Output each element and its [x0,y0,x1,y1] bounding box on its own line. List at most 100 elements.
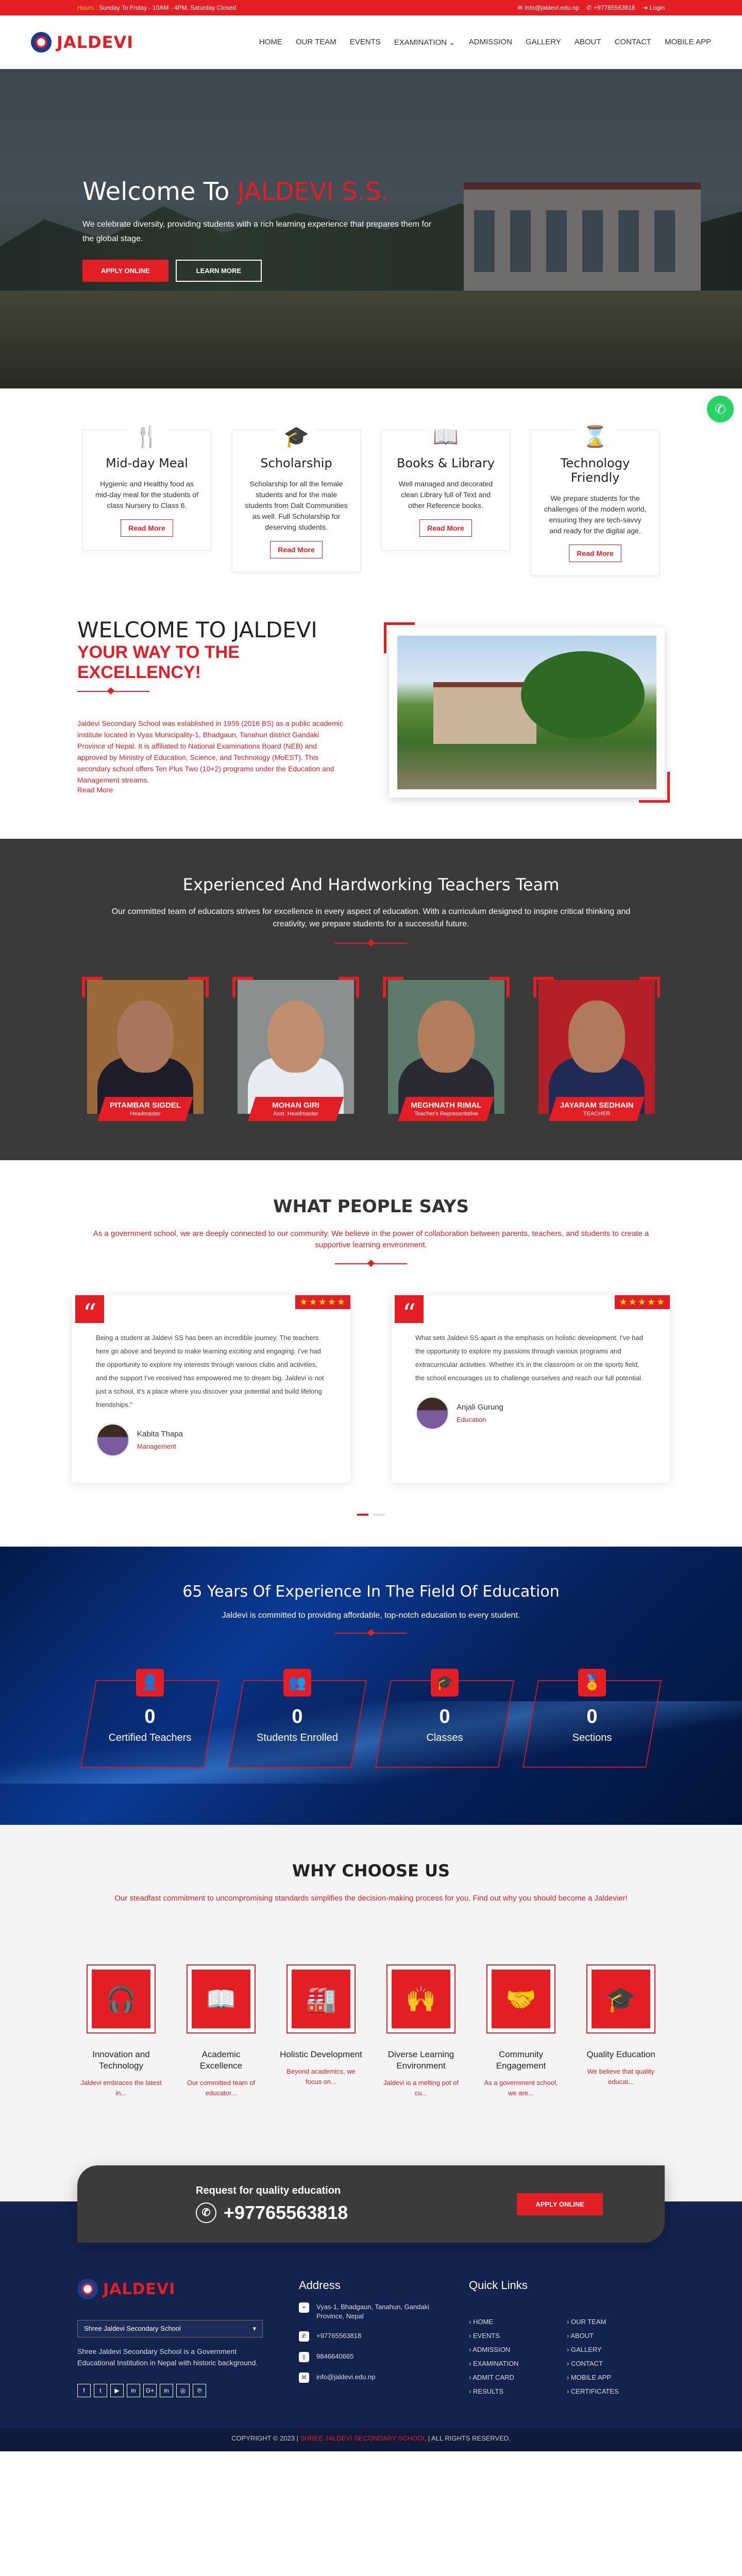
why-item-text: Jaldevi is a melting pot of cu... [383,2079,459,2097]
mail-icon: ✉ [517,4,523,11]
login-text: Login [649,4,665,11]
hero-title: Welcome To JALDEVI S.S. [82,177,433,206]
youtube-icon[interactable]: ▶ [110,2384,124,2397]
member-name-tag: MOHAN GIRI Asst. Headmaster [248,1097,344,1121]
nav-home[interactable]: HOME [259,38,282,47]
top-phone-link[interactable]: ✆ +97765563818 [586,4,635,11]
cta-apply-online-button[interactable]: APPLY ONLINE [517,2193,603,2215]
cta-wrapper: Request for quality education ✆ +97765563… [0,2134,742,2243]
divider [77,691,149,692]
top-email-link[interactable]: ✉ info@jaldevi.edu.np [517,4,579,11]
nav-about[interactable]: ABOUT [575,38,601,47]
address-title: Address [299,2279,341,2292]
school-select[interactable]: Shree Jaldevi Secondary School ▾ [77,2320,263,2337]
nav-admission[interactable]: ADMISSION [469,38,512,47]
cta-title: Request for quality education [196,2184,341,2196]
top-phone-text: +97765563818 [594,4,635,11]
quick-link[interactable]: › CONTACT [567,2360,665,2367]
facebook-icon[interactable]: f [77,2384,91,2397]
linkedin-icon[interactable]: in [160,2384,173,2397]
read-more-button[interactable]: Read More [569,545,621,562]
why-icon-frame: 🤝 [486,1964,555,2033]
quick-link[interactable]: › EXAMINATION [469,2360,567,2367]
nav-contact[interactable]: CONTACT [615,38,651,47]
site-logo[interactable]: JALDEVI [31,32,133,53]
nav-our-team[interactable]: OUR TEAM [296,38,336,47]
team-member-card: JAYARAM SEDHAIN TEACHER [533,977,660,1121]
quick-link[interactable]: › EVENTS [469,2332,567,2340]
nav-events[interactable]: EVENTS [350,38,381,47]
copyright-suffix: | ALL RIGHTS RESERVED. [426,2434,511,2442]
why-item[interactable]: 🙌 Diverse Learning Environment Jaldevi is … [380,1964,462,2098]
why-item[interactable]: 🎧 Innovation and Technology Jaldevi embrac… [80,1964,162,2098]
read-more-button[interactable]: Read More [121,519,173,537]
quick-link[interactable]: › CERTIFICATES [567,2387,665,2395]
nav-examination[interactable]: EXAMINATION ⌄ [394,38,456,47]
apply-online-button[interactable]: APPLY ONLINE [82,260,168,282]
chevron-right-icon: › [469,2387,473,2395]
member-photo [87,980,204,1114]
stats-cards: 👤 0 Certified Teachers 👥 0 Students Enrolled 🎓… [0,1669,742,1768]
footer-phone-2[interactable]: 9846640665 [316,2352,353,2361]
linkedin-icon[interactable]: in [127,2384,140,2397]
quick-link-label: ADMIT CARD [473,2374,514,2381]
quick-link[interactable]: › RESULTS [469,2387,567,2395]
school-photo [384,622,670,803]
quick-link[interactable]: › GALLERY [567,2346,665,2353]
copyright-school-link[interactable]: SHREE JALDEVI SECONDARY SCHOOL [300,2434,426,2442]
testimonial-text: What sets Jaldevi SS apart is the emphas… [415,1334,643,1382]
quick-link[interactable]: › HOME [469,2318,567,2326]
quick-link-label: HOME [473,2318,493,2326]
headphones-icon: 🎧 [92,1970,150,2028]
why-item[interactable]: 🤝 Community Engagement As a government sch… [480,1964,562,2098]
quick-link[interactable]: › MOBILE APP [567,2374,665,2381]
welcome-read-more-link[interactable]: Read More [77,786,113,794]
nav-gallery[interactable]: GALLERY [526,38,561,47]
cta-phone[interactable]: ✆ +97765563818 [196,2202,348,2224]
top-bar: Hours : Sunday To Friday - 10AM - 4PM, S… [0,0,742,15]
learn-more-button[interactable]: LEARN MORE [175,260,262,282]
stat-label: Classes [426,1732,463,1743]
twitter-icon[interactable]: t [94,2384,107,2397]
footer-email[interactable]: info@jaldevi.edu.np [316,2372,375,2382]
top-email-text: info@jaldevi.edu.np [525,4,580,11]
stat-value: 0 [439,1706,450,1727]
why-item[interactable]: 🏭 Holistic Development Beyond academics, w… [280,1964,362,2098]
quick-link-label: EVENTS [473,2332,500,2340]
quick-link[interactable]: › ADMIT CARD [469,2374,567,2381]
quick-link[interactable]: › OUR TEAM [567,2318,665,2326]
graduation-cap-icon: 🎓 [431,1669,459,1697]
whatsapp-icon[interactable]: ✆ [707,396,734,422]
graduate-icon: 🎓 [592,1970,650,2028]
team-text: Our committed team of educators strives … [111,907,631,928]
footer-logo[interactable]: JALDEVI [77,2279,263,2299]
carousel-dot-active[interactable] [357,1514,368,1516]
feature-card: 🎓 Scholarship Scholarship for all the fe… [232,420,361,572]
hero-content: Welcome To JALDEVI S.S. We celebrate div… [82,177,433,282]
google-plus-icon[interactable]: G+ [143,2384,157,2397]
nav-mobile-app[interactable]: MOBILE APP [665,38,711,47]
quick-link[interactable]: › ABOUT [567,2332,665,2340]
chevron-down-icon: ⌄ [449,38,456,47]
footer-phone-1[interactable]: +97765563818 [316,2331,361,2341]
quick-links: › HOME › OUR TEAM › EVENTS › ABOUT › ADMISSI… [469,2318,665,2395]
why-icon-frame: 🎓 [586,1964,655,2033]
fork-knife-icon: 🍴 [126,420,167,449]
hourglass-icon: ⌛ [575,420,616,449]
quick-link-label: ABOUT [570,2332,594,2340]
quick-link[interactable]: › ADMISSION [469,2346,567,2353]
why-item[interactable]: 🎓 Quality Education We believe that qualit… [580,1964,662,2098]
welcome-section: WELCOME TO JALDEVI YOUR WAY TO THE EXCEL… [0,597,742,839]
read-more-button[interactable]: Read More [419,519,472,537]
instagram-icon[interactable]: ◎ [176,2384,190,2397]
read-more-button[interactable]: Read More [270,541,323,558]
carousel-dot[interactable] [374,1514,385,1516]
pinterest-icon[interactable]: ℗ [193,2384,206,2397]
feature-title: Scholarship [260,456,332,470]
login-link[interactable]: ⇥ Login [643,4,665,11]
why-item[interactable]: 📖 Academic Excellence Our committed team o… [180,1964,262,2098]
feature-card: ⌛ Technology Friendly We prepare student… [531,420,660,576]
school-select-value: Shree Jaldevi Secondary School [84,2325,181,2332]
member-photo-head [117,1001,174,1073]
why-title: WHY CHOOSE US [292,1861,450,1880]
